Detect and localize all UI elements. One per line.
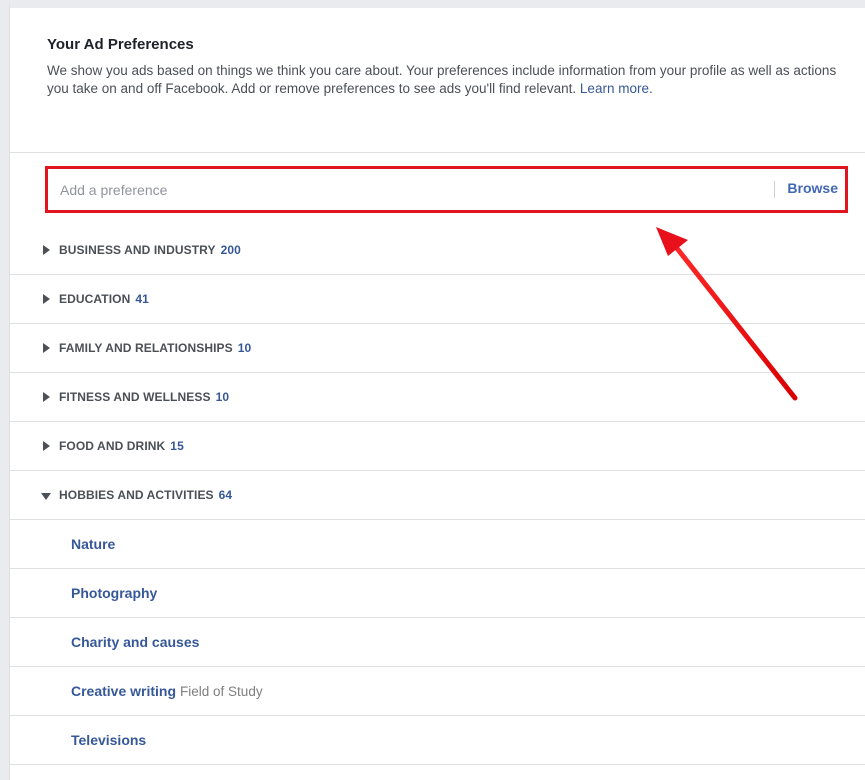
- category-label: FITNESS AND WELLNESS 10: [59, 390, 230, 404]
- preference-name[interactable]: Photography: [71, 585, 157, 601]
- ad-preferences-panel: Your Ad Preferences We show you ads base…: [9, 0, 865, 780]
- category-label: EDUCATION 41: [59, 292, 149, 306]
- intro-description: We show you ads based on things we think…: [47, 62, 847, 98]
- category-label: BUSINESS AND INDUSTRY 200: [59, 243, 241, 257]
- category-label: FAMILY AND RELATIONSHIPS 10: [59, 341, 252, 355]
- add-preference-box: Browse: [45, 166, 848, 213]
- page-title: Your Ad Preferences: [47, 36, 194, 53]
- preference-name[interactable]: Charity and causes: [71, 634, 199, 650]
- category-count: 10: [237, 341, 252, 355]
- category-hobbies-and-activities[interactable]: HOBBIES AND ACTIVITIES 64: [10, 471, 865, 520]
- learn-more-link[interactable]: Learn more.: [580, 81, 653, 96]
- preference-name[interactable]: Creative writing: [71, 683, 176, 699]
- preference-item-nature[interactable]: Nature: [10, 520, 865, 569]
- category-business-and-industry[interactable]: BUSINESS AND INDUSTRY 200: [10, 226, 865, 275]
- expand-arrow-icon: [43, 245, 50, 255]
- description-text: We show you ads based on things we think…: [47, 63, 837, 96]
- preference-subtype: Field of Study: [180, 684, 263, 699]
- expand-arrow-icon: [43, 294, 50, 304]
- category-count: 10: [215, 390, 230, 404]
- intro-section: Your Ad Preferences We show you ads base…: [10, 8, 865, 153]
- category-label: FOOD AND DRINK 15: [59, 439, 184, 453]
- category-count: 64: [218, 488, 233, 502]
- category-count: 41: [135, 292, 149, 306]
- category-label: HOBBIES AND ACTIVITIES 64: [59, 488, 233, 502]
- browse-button[interactable]: Browse: [787, 180, 838, 196]
- add-preference-input[interactable]: [60, 169, 740, 210]
- expand-arrow-icon: [43, 343, 50, 353]
- preference-item-charity-and-causes[interactable]: Charity and causes: [10, 618, 865, 667]
- collapse-arrow-icon: [41, 493, 51, 500]
- category-family-and-relationships[interactable]: FAMILY AND RELATIONSHIPS 10: [10, 324, 865, 373]
- category-education[interactable]: EDUCATION 41: [10, 275, 865, 324]
- category-food-and-drink[interactable]: FOOD AND DRINK 15: [10, 422, 865, 471]
- preference-item-televisions[interactable]: Televisions: [10, 716, 865, 765]
- preference-item-photography[interactable]: Photography: [10, 569, 865, 618]
- category-count: 15: [170, 439, 184, 453]
- preference-item-creative-writing[interactable]: Creative writing Field of Study: [10, 667, 865, 716]
- category-count: 200: [220, 243, 241, 257]
- preference-name-wrap: Creative writing Field of Study: [71, 683, 263, 699]
- expand-arrow-icon: [43, 392, 50, 402]
- expand-arrow-icon: [43, 441, 50, 451]
- category-fitness-and-wellness[interactable]: FITNESS AND WELLNESS 10: [10, 373, 865, 422]
- preference-name[interactable]: Nature: [71, 536, 115, 552]
- preference-name[interactable]: Televisions: [71, 732, 146, 748]
- search-divider: [774, 181, 775, 198]
